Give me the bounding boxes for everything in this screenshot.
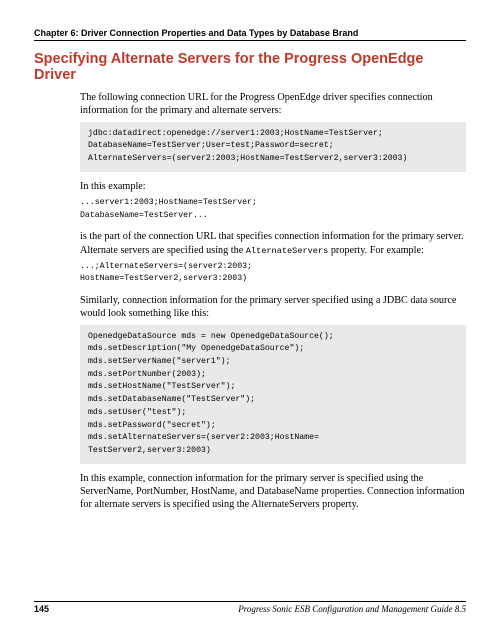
paragraph-explain: is the part of the connection URL that s… bbox=[80, 230, 466, 257]
text-span: property. For example: bbox=[328, 245, 424, 256]
paragraph-jdbc: Similarly, connection information for th… bbox=[80, 294, 466, 321]
code-url-example: jdbc:datadirect:openedge://server1:2003;… bbox=[80, 122, 466, 172]
page-number: 145 bbox=[34, 604, 49, 614]
chapter-header: Chapter 6: Driver Connection Properties … bbox=[34, 28, 466, 41]
inline-code-alternateservers: AlternateServers bbox=[246, 246, 329, 256]
book-title: Progress Sonic ESB Configuration and Man… bbox=[238, 604, 466, 614]
section-heading: Specifying Alternate Servers for the Pro… bbox=[34, 51, 466, 83]
page-footer: 145 Progress Sonic ESB Configuration and… bbox=[34, 601, 466, 614]
code-primary-part: ...server1:2003;HostName=TestServer; Dat… bbox=[80, 197, 466, 222]
paragraph-intro: The following connection URL for the Pro… bbox=[80, 91, 466, 118]
code-jdbc-source: OpenedgeDataSource mds = new OpenedgeDat… bbox=[80, 325, 466, 464]
code-alternate-example: ...;AlternateServers=(server2:2003; Host… bbox=[80, 261, 466, 286]
paragraph-summary: In this example, connection information … bbox=[80, 472, 466, 512]
paragraph-example-label: In this example: bbox=[80, 180, 466, 193]
